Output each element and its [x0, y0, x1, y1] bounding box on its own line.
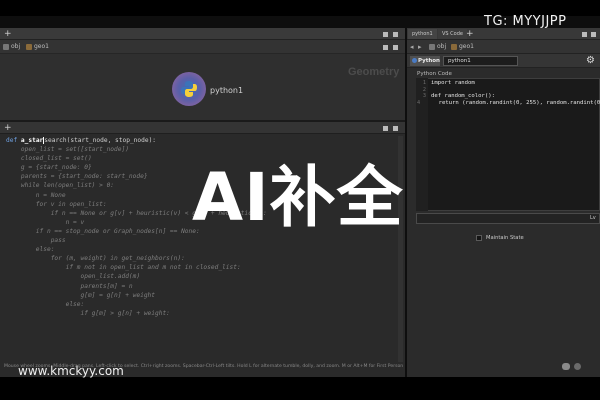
panel-close-icon[interactable]	[591, 32, 596, 37]
function-name: a_star	[20, 137, 44, 144]
keyword-def: def	[6, 137, 18, 144]
maintain-state-checkbox[interactable]	[476, 235, 482, 241]
python-type-icon	[412, 58, 417, 63]
python-code-label: Python Code	[417, 71, 452, 77]
editor-apply-button[interactable]: Lv	[588, 213, 600, 224]
pane-close-icon[interactable]	[393, 32, 398, 37]
code-line: open_list = set([start_node])	[6, 146, 129, 154]
tab-vscode[interactable]: VS Code	[438, 29, 467, 39]
add-tab-button-2[interactable]: +	[4, 122, 12, 134]
bottom-bar	[0, 377, 600, 400]
python-panel-path-bar: ◂ ▸ obj geo1	[407, 40, 600, 54]
code-tabbar: +	[0, 122, 405, 134]
pane-menu-icon[interactable]	[383, 32, 388, 37]
node-name-field[interactable]: python1	[443, 56, 518, 66]
path-crumb-obj[interactable]: obj	[11, 40, 20, 54]
panel-path-geo1[interactable]: geo1	[459, 40, 474, 54]
pane-close-icon-2[interactable]	[393, 126, 398, 131]
obj-icon-2	[429, 44, 435, 50]
status-icons	[562, 363, 598, 371]
editor-line-text: return (random.randint(0, 255), random.r…	[425, 99, 600, 106]
function-signature: search(start_node, stop_node):	[44, 137, 157, 144]
code-line: else:	[6, 300, 85, 308]
network-path-bar: obj geo1	[0, 40, 405, 54]
add-tab-button-3[interactable]: +	[466, 28, 474, 40]
pane-menu-icon-2[interactable]	[383, 126, 388, 131]
back-arrow-icon[interactable]: ◂	[410, 43, 414, 51]
obj-icon	[3, 44, 9, 50]
geo-icon	[26, 44, 32, 50]
panel-path-obj[interactable]: obj	[437, 40, 446, 54]
editor-horizontal-scrollbar[interactable]	[416, 213, 600, 224]
path-crumb-geo1[interactable]: geo1	[34, 40, 49, 54]
maintain-state-label: Maintain State	[486, 235, 524, 241]
line-number: 4	[417, 99, 421, 106]
forward-arrow-icon[interactable]: ▸	[418, 43, 422, 51]
context-label: Geometry	[348, 66, 400, 78]
code-line: if g[m] > g[n] + weight:	[6, 309, 170, 317]
geo-icon-2	[451, 44, 457, 50]
network-option-icon-2[interactable]	[393, 45, 398, 50]
channel-overlay-text: TG: MYYJJPP	[484, 14, 567, 29]
tab-python1[interactable]: python1	[408, 29, 437, 39]
code-line: else:	[6, 246, 55, 254]
network-tabbar: +	[0, 28, 405, 40]
gear-icon[interactable]: ⚙	[586, 55, 595, 67]
info-icon[interactable]	[574, 363, 581, 370]
code-line: for (m, weight) in get_neighbors(n):	[6, 255, 185, 263]
code-line: open_list.add(m)	[6, 273, 141, 281]
node-label: python1	[210, 86, 244, 95]
site-watermark: www.kmckyy.com	[18, 364, 124, 378]
code-line: g[m] = g[n] + weight	[6, 291, 156, 299]
editor-line: 4 return (random.randint(0, 255), random…	[417, 99, 600, 107]
add-tab-button[interactable]: +	[4, 28, 12, 40]
code-line: if m not in open_list and m not in close…	[6, 264, 241, 272]
network-option-icon[interactable]	[383, 45, 388, 50]
code-line: parents[m] = n	[6, 282, 133, 290]
code-line: def a_starsearch(start_node, stop_node):	[6, 136, 404, 145]
python-logo-icon	[181, 81, 197, 97]
overlay-title: AI补全	[192, 159, 404, 236]
panel-menu-icon[interactable]	[582, 32, 587, 37]
chat-icon[interactable]	[562, 363, 570, 370]
editor-lines: 1 import random 2 3 def random_color(): 4 ret…	[417, 80, 600, 107]
editor-line-text: import random	[431, 80, 475, 86]
